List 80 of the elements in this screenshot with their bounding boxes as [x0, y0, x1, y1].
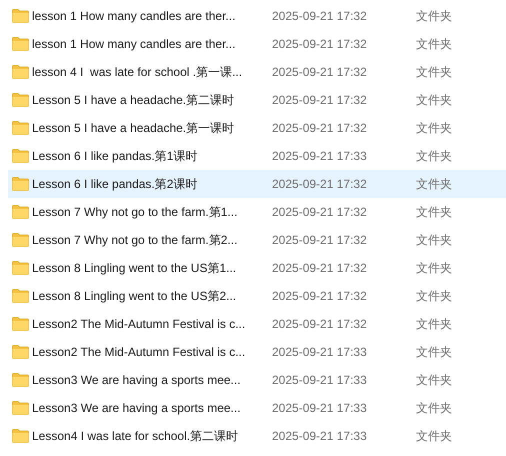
- file-type: 文件夹: [416, 400, 452, 416]
- file-name: Lesson3 We are having a sports mee...: [32, 401, 242, 415]
- file-row[interactable]: Lesson3 We are having a sports mee... 2025-09-21 17:33 文件夹: [8, 394, 506, 422]
- folder-icon: [12, 233, 29, 247]
- folder-icon: [12, 205, 29, 219]
- file-name: Lesson2 The Mid-Autumn Festival is c...: [32, 345, 246, 359]
- file-type: 文件夹: [416, 316, 452, 332]
- file-type: 文件夹: [416, 64, 452, 80]
- modified-date: 2025-09-21 17:33: [272, 149, 368, 163]
- folder-icon: [12, 261, 29, 275]
- folder-icon: [12, 177, 29, 191]
- file-name: Lesson 8 Lingling went to the US第1...: [32, 260, 238, 276]
- file-name: lesson 4 I was late for school .第一课...: [32, 64, 244, 80]
- file-name: Lesson 7 Why not go to the farm.第1...: [32, 204, 238, 220]
- file-row[interactable]: lesson 1 How many candles are ther... 2025-09-21 17:32 文件夹: [8, 2, 506, 30]
- file-name: lesson 1 How many candles are ther...: [32, 37, 236, 51]
- modified-date: 2025-09-21 17:32: [272, 317, 368, 331]
- file-type: 文件夹: [416, 8, 452, 24]
- file-row[interactable]: Lesson 5 I have a headache.第一课时 2025-09-21 17:32 文件夹: [8, 114, 506, 142]
- file-row[interactable]: Lesson 5 I have a headache.第二课时 2025-09-21 17:32 文件夹: [8, 86, 506, 114]
- file-type: 文件夹: [416, 344, 452, 360]
- file-row[interactable]: lesson 1 How many candles are ther... 2025-09-21 17:32 文件夹: [8, 30, 506, 58]
- folder-icon: [12, 149, 29, 163]
- modified-date: 2025-09-21 17:33: [272, 373, 368, 387]
- file-row[interactable]: lesson 4 I was late for school .第一课... 2025-09-21 17:32 文件夹: [8, 58, 506, 86]
- modified-date: 2025-09-21 17:32: [272, 177, 368, 191]
- file-type: 文件夹: [416, 232, 452, 248]
- file-row[interactable]: Lesson4 I was late for school.第二课时 2025-09-21 17:33 文件夹: [8, 422, 506, 450]
- modified-date: 2025-09-21 17:33: [272, 401, 368, 415]
- modified-date: 2025-09-21 17:32: [272, 261, 368, 275]
- file-name: Lesson 8 Lingling went to the US第2...: [32, 288, 238, 304]
- modified-date: 2025-09-21 17:32: [272, 65, 368, 79]
- file-row[interactable]: Lesson2 The Mid-Autumn Festival is c... 2025-09-21 17:32 文件夹: [8, 310, 506, 338]
- file-row[interactable]: Lesson2 The Mid-Autumn Festival is c... 2025-09-21 17:33 文件夹: [8, 338, 506, 366]
- file-type: 文件夹: [416, 176, 452, 192]
- file-name: Lesson2 The Mid-Autumn Festival is c...: [32, 317, 246, 331]
- folder-icon: [12, 37, 29, 51]
- file-type: 文件夹: [416, 428, 452, 444]
- file-row[interactable]: Lesson3 We are having a sports mee... 2025-09-21 17:33 文件夹: [8, 366, 506, 394]
- file-name: Lesson 6 I like pandas.第2课时: [32, 176, 198, 192]
- file-row[interactable]: Lesson 8 Lingling went to the US第2... 2025-09-21 17:32 文件夹: [8, 282, 506, 310]
- modified-date: 2025-09-21 17:33: [272, 429, 368, 443]
- file-name: Lesson3 We are having a sports mee...: [32, 373, 242, 387]
- file-name: Lesson 6 I like pandas.第1课时: [32, 148, 198, 164]
- file-type: 文件夹: [416, 288, 452, 304]
- file-type: 文件夹: [416, 92, 452, 108]
- folder-icon: [12, 401, 29, 415]
- modified-date: 2025-09-21 17:32: [272, 233, 368, 247]
- folder-icon: [12, 121, 29, 135]
- file-type: 文件夹: [416, 204, 452, 220]
- file-name: Lesson 5 I have a headache.第一课时: [32, 120, 236, 136]
- file-type: 文件夹: [416, 148, 452, 164]
- folder-icon: [12, 9, 29, 23]
- file-row[interactable]: Lesson 8 Lingling went to the US第1... 2025-09-21 17:32 文件夹: [8, 254, 506, 282]
- modified-date: 2025-09-21 17:32: [272, 37, 368, 51]
- folder-icon: [12, 317, 29, 331]
- file-type: 文件夹: [416, 120, 452, 136]
- file-name: Lesson 7 Why not go to the farm.第2...: [32, 232, 238, 248]
- folder-icon: [12, 93, 29, 107]
- folder-icon: [12, 289, 29, 303]
- modified-date: 2025-09-21 17:32: [272, 93, 368, 107]
- folder-icon: [12, 373, 29, 387]
- modified-date: 2025-09-21 17:33: [272, 345, 368, 359]
- file-row[interactable]: Lesson 6 I like pandas.第1课时 2025-09-21 17:33 文件夹: [8, 142, 506, 170]
- file-type: 文件夹: [416, 36, 452, 52]
- file-type: 文件夹: [416, 260, 452, 276]
- modified-date: 2025-09-21 17:32: [272, 9, 368, 23]
- modified-date: 2025-09-21 17:32: [272, 289, 368, 303]
- modified-date: 2025-09-21 17:32: [272, 121, 368, 135]
- file-name: Lesson 5 I have a headache.第二课时: [32, 92, 236, 108]
- file-row[interactable]: Lesson 6 I like pandas.第2课时 2025-09-21 17:32 文件夹: [8, 170, 506, 198]
- file-name: Lesson4 I was late for school.第二课时: [32, 428, 240, 444]
- file-name: lesson 1 How many candles are ther...: [32, 9, 236, 23]
- modified-date: 2025-09-21 17:32: [272, 205, 368, 219]
- folder-icon: [12, 345, 29, 359]
- folder-icon: [12, 429, 29, 443]
- file-row[interactable]: Lesson 7 Why not go to the farm.第2... 2025-09-21 17:32 文件夹: [8, 226, 506, 254]
- file-row[interactable]: Lesson 7 Why not go to the farm.第1... 2025-09-21 17:32 文件夹: [8, 198, 506, 226]
- folder-icon: [12, 65, 29, 79]
- file-type: 文件夹: [416, 372, 452, 388]
